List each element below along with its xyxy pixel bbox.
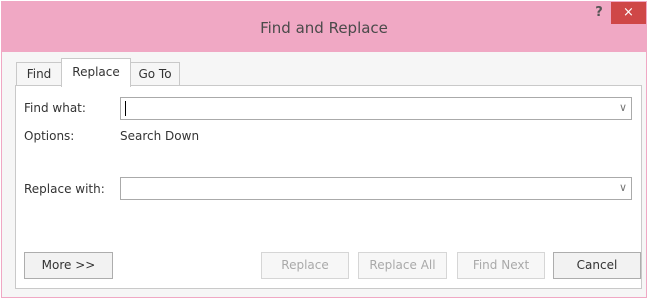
- text-cursor: [125, 101, 126, 116]
- replace-with-input[interactable]: ∨: [120, 177, 632, 200]
- replace-button[interactable]: Replace: [261, 252, 349, 279]
- chevron-down-icon[interactable]: ∨: [619, 101, 627, 114]
- tab-find[interactable]: Find: [16, 62, 62, 85]
- replace-with-label: Replace with:: [24, 182, 105, 196]
- replace-all-button[interactable]: Replace All: [358, 252, 447, 279]
- close-button[interactable]: ×: [611, 2, 646, 24]
- find-what-label: Find what:: [24, 101, 86, 115]
- options-value: Search Down: [120, 129, 200, 143]
- find-next-button[interactable]: Find Next: [457, 252, 545, 279]
- help-button[interactable]: ?: [588, 3, 610, 23]
- find-replace-dialog: Find and Replace ? × Find Replace Go To …: [1, 1, 647, 298]
- chevron-down-icon[interactable]: ∨: [619, 181, 627, 194]
- more-button[interactable]: More >>: [24, 252, 113, 279]
- cancel-button[interactable]: Cancel: [553, 252, 641, 279]
- title-bar: Find and Replace ? ×: [2, 2, 646, 52]
- find-what-input[interactable]: ∨: [120, 97, 632, 120]
- dialog-title: Find and Replace: [260, 19, 388, 37]
- replace-panel: Find what: ∨ Options: Search Down Replac…: [15, 85, 642, 289]
- options-label: Options:: [24, 129, 75, 143]
- tab-replace[interactable]: Replace: [61, 58, 131, 87]
- tab-go-to[interactable]: Go To: [130, 62, 180, 85]
